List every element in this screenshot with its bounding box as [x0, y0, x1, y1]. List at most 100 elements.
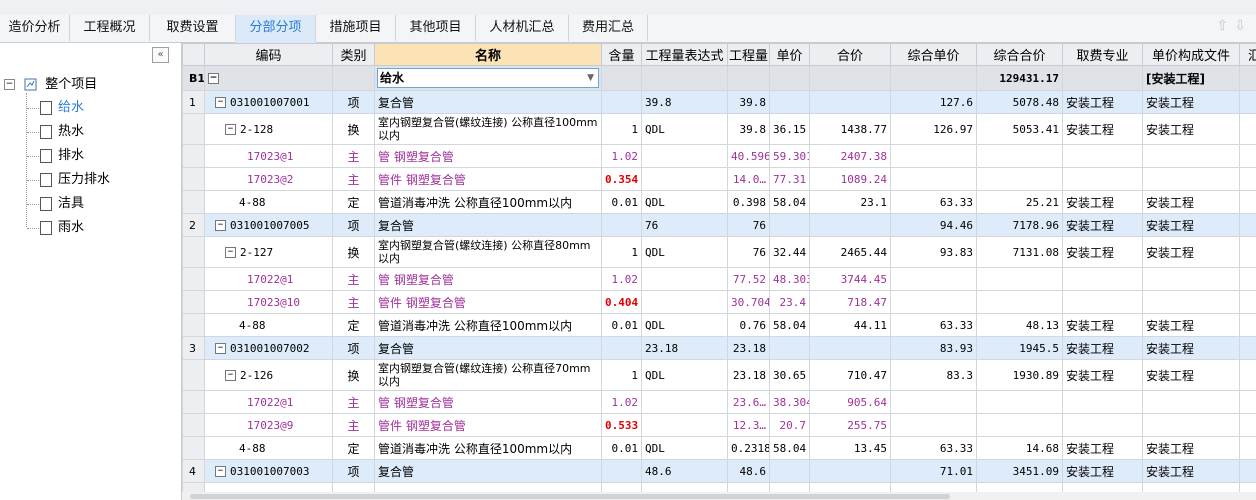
category-cell[interactable]: 主	[332, 390, 375, 414]
tab-cost-analysis[interactable]: 造价分析	[0, 15, 70, 41]
tab-sub-items[interactable]: 分部分项	[236, 15, 316, 43]
summary-cell[interactable]	[1239, 144, 1256, 168]
category-cell[interactable]: 换	[332, 236, 375, 268]
price-file-cell[interactable]: 安装工程	[1142, 90, 1240, 114]
expression-cell[interactable]	[641, 167, 728, 191]
expression-cell[interactable]	[641, 413, 728, 437]
price-file-cell[interactable]: 安装工程	[1142, 190, 1240, 214]
unit-price-cell[interactable]: 58.04	[769, 436, 810, 460]
tree-item-drainage[interactable]: 排水	[40, 147, 84, 165]
price-file-cell[interactable]: 安装工程	[1142, 236, 1240, 268]
fee-specialty-cell[interactable]	[1062, 167, 1143, 191]
code-cell[interactable]: 17023@10	[204, 290, 333, 314]
price-file-cell[interactable]: 安装工程	[1142, 213, 1240, 237]
code-cell[interactable]: −2-128	[204, 113, 333, 145]
expression-cell[interactable]	[641, 267, 728, 291]
amount-cell[interactable]: 44.11	[809, 313, 891, 337]
table-row[interactable]: 3−031001007002 项复合管 23.18 23.18 83.93 1945.5 安…	[182, 336, 1256, 360]
table-row[interactable]: 17022@1 主管 钢塑复合管 1.02 23.6… 38.304 905.64	[182, 390, 1256, 414]
collapse-icon[interactable]: −	[225, 247, 236, 258]
collapse-icon[interactable]: −	[225, 124, 236, 135]
code-cell[interactable]: −031001007001	[204, 90, 333, 114]
ratio-cell[interactable]: 1.02	[601, 390, 642, 414]
code-cell[interactable]: 4-88	[204, 436, 333, 460]
name-cell[interactable]: 室内钢塑复合管(螺纹连接) 公称直径100mm以内	[374, 113, 602, 145]
ratio-cell[interactable]: 0.404	[601, 290, 642, 314]
unit-price-cell[interactable]: 58.04	[769, 190, 810, 214]
quantity-cell[interactable]: 76	[727, 236, 770, 268]
col-header-fee-specialty[interactable]: 取费专业	[1062, 43, 1143, 66]
tree-item-rainwater[interactable]: 雨水	[40, 219, 84, 237]
comp-total-cell[interactable]	[976, 413, 1063, 437]
amount-cell[interactable]: 905.64	[809, 390, 891, 414]
quantity-cell[interactable]: 48.6	[727, 459, 770, 483]
quantity-cell[interactable]: 23.18	[727, 336, 770, 360]
unit-price-cell[interactable]: 23.4	[769, 290, 810, 314]
summary-cell[interactable]	[1239, 413, 1256, 437]
summary-cell[interactable]	[1239, 313, 1256, 337]
scrollbar-thumb[interactable]	[190, 494, 950, 499]
amount-cell[interactable]: 2407.38	[809, 144, 891, 168]
summary-cell[interactable]	[1239, 236, 1256, 268]
quantity-cell[interactable]: 30.704	[727, 290, 770, 314]
ratio-cell[interactable]: 1	[601, 236, 642, 268]
unit-price-cell[interactable]: 32.44	[769, 236, 810, 268]
quantity-cell[interactable]: 0.76	[727, 313, 770, 337]
quantity-cell[interactable]: 39.8	[727, 113, 770, 145]
comp-total-cell[interactable]: 1930.89	[976, 359, 1063, 391]
amount-cell[interactable]: 710.47	[809, 359, 891, 391]
amount-cell[interactable]	[809, 459, 891, 483]
col-header-comp-unit-price[interactable]: 综合单价	[890, 43, 977, 66]
summary-cell[interactable]	[1239, 336, 1256, 360]
comp-total-cell[interactable]: 3451.09	[976, 459, 1063, 483]
col-header-code[interactable]: 编码	[204, 43, 333, 66]
table-row[interactable]: 17023@10 主管件 钢塑复合管 0.404 30.704 23.4 718.47	[182, 290, 1256, 314]
category-cell[interactable]: 定	[332, 436, 375, 460]
comp-unit-price-cell[interactable]: 83.3	[890, 359, 977, 391]
expression-cell[interactable]: QDL	[641, 113, 728, 145]
unit-price-cell[interactable]: 59.301	[769, 144, 810, 168]
summary-cell[interactable]	[1239, 436, 1256, 460]
name-cell[interactable]: 管 钢塑复合管	[374, 144, 602, 168]
tree-item-water-supply[interactable]: 给水	[40, 99, 84, 117]
comp-unit-price-cell[interactable]: 126.97	[890, 113, 977, 145]
tree-item-pressure-drainage[interactable]: 压力排水	[40, 171, 110, 189]
col-header-comp-total[interactable]: 综合合价	[976, 43, 1063, 66]
comp-unit-price-cell[interactable]	[890, 390, 977, 414]
name-cell[interactable]: 复合管	[374, 336, 602, 360]
expression-cell[interactable]: 23.18	[641, 336, 728, 360]
code-cell[interactable]: 17022@1	[204, 390, 333, 414]
expression-cell[interactable]	[641, 144, 728, 168]
table-row[interactable]: 17023@1 主管 钢塑复合管 1.02 40.596 59.301 2407.38	[182, 144, 1256, 168]
arrow-down-icon[interactable]: ⇩	[1234, 18, 1246, 34]
tab-project-overview[interactable]: 工程概况	[70, 15, 150, 41]
price-file-cell[interactable]: 安装工程	[1142, 436, 1240, 460]
summary-cell[interactable]	[1239, 213, 1256, 237]
unit-price-cell[interactable]: 30.65	[769, 359, 810, 391]
amount-cell[interactable]	[809, 90, 891, 114]
code-cell[interactable]: 17023@1	[204, 144, 333, 168]
quantity-cell[interactable]: 12.3…	[727, 413, 770, 437]
name-cell[interactable]: 管道消毒冲洗 公称直径100mm以内	[374, 313, 602, 337]
fee-specialty-cell[interactable]: 安装工程	[1062, 359, 1143, 391]
expression-cell[interactable]	[641, 290, 728, 314]
fee-specialty-cell[interactable]: 安装工程	[1062, 313, 1143, 337]
arrow-up-icon[interactable]: ⇧	[1217, 18, 1229, 34]
quantity-cell[interactable]: 14.0…	[727, 167, 770, 191]
summary-cell[interactable]	[1239, 90, 1256, 114]
tab-other-items[interactable]: 其他项目	[396, 15, 476, 41]
unit-price-cell[interactable]: 38.304	[769, 390, 810, 414]
table-row[interactable]: 4-88 定管道消毒冲洗 公称直径100mm以内 0.01 QDL 0.398 58.04…	[182, 190, 1256, 214]
fee-specialty-cell[interactable]: 安装工程	[1062, 113, 1143, 145]
comp-total-cell[interactable]: 7131.08	[976, 236, 1063, 268]
unit-price-cell[interactable]: 48.303	[769, 267, 810, 291]
tab-fee-settings[interactable]: 取费设置	[150, 15, 236, 41]
collapse-icon[interactable]: −	[4, 79, 15, 90]
ratio-cell[interactable]	[601, 90, 642, 114]
category-cell[interactable]: 主	[332, 413, 375, 437]
table-row[interactable]: 17023@2 主管件 钢塑复合管 0.354 14.0… 77.31 1089.24	[182, 167, 1256, 191]
code-cell[interactable]: −031001007005	[204, 213, 333, 237]
name-cell[interactable]: 管道消毒冲洗 公称直径100mm以内	[374, 436, 602, 460]
comp-unit-price-cell[interactable]: 127.6	[890, 90, 977, 114]
col-header-quantity[interactable]: 工程量	[727, 43, 770, 66]
